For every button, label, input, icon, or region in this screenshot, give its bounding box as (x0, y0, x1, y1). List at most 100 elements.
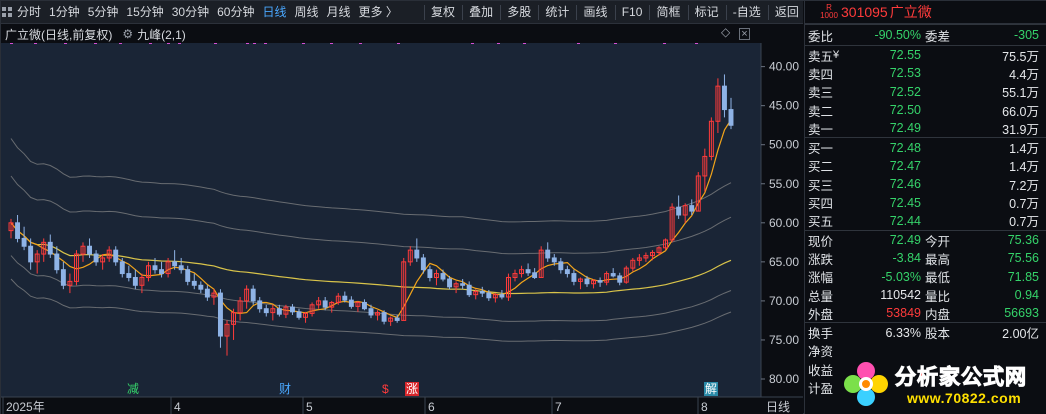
quote-label: 涨跌 (808, 252, 834, 267)
bid-row[interactable]: 买二 72.47 1.4万 (805, 157, 1046, 175)
candle-body (54, 253, 60, 271)
indicator-label[interactable]: 九峰(2,1) (137, 26, 186, 43)
quote-value: 53849 (886, 306, 921, 321)
bid-row[interactable]: 买五 72.44 0.7万 (805, 212, 1046, 230)
quote-summary: 现价 72.49 今开 75.36 涨跌 -3.84 最高 75.56 涨幅 -5.03% 最低 71… (805, 229, 1046, 322)
simple-frame-button[interactable]: 简框 (653, 1, 685, 24)
event-badge: 涨 (406, 381, 418, 396)
ask-price: 72.52 (889, 84, 921, 99)
quote-value: 56693 (1004, 306, 1039, 321)
y-tick-label: 65.00 (769, 255, 799, 269)
event-dot (253, 43, 256, 44)
event-dot (178, 43, 181, 44)
bid-book: 买一 72.48 1.4万 买二 72.47 1.4万 买三 72.46 7.2万 买四 72.45… (805, 137, 1046, 229)
bid-label: 买三 (808, 178, 834, 193)
period-tab-intraday[interactable]: 分时 (13, 1, 45, 24)
candle-body (689, 205, 695, 212)
remove-watchlist-button[interactable]: -自选 (729, 1, 765, 24)
period-tab-1min[interactable]: 1分钟 (45, 1, 84, 24)
period-tab-daily[interactable]: 日线 (258, 1, 290, 24)
fundamental-row: 换手 6.33% 股本 2.00亿 (805, 323, 1046, 342)
bid-price: 72.44 (889, 213, 921, 228)
candle-body (420, 257, 426, 271)
mark-button[interactable]: 标记 (691, 1, 723, 24)
candle-body (479, 291, 485, 294)
bid-volume: 1.4万 (1009, 160, 1039, 175)
y-tick-label: 60.00 (769, 216, 799, 230)
fundamental-label: 换手 (808, 327, 834, 342)
period-tab-weekly[interactable]: 周线 (290, 1, 322, 24)
event-dot (471, 43, 474, 44)
quote-value: 75.56 (1007, 251, 1039, 266)
stock-code: 301095 (841, 4, 888, 20)
multi-stock-button[interactable]: 多股 (503, 1, 535, 24)
period-tab-30min[interactable]: 30分钟 (168, 1, 213, 24)
quote-value: 75.36 (1007, 233, 1039, 248)
quote-value: -3.84 (892, 251, 922, 266)
rzrq-badge-icon: R 1000 (820, 3, 838, 20)
diamond-icon[interactable]: ◇ (721, 25, 730, 39)
bid-label: 买二 (808, 160, 834, 175)
candle-body (342, 295, 348, 301)
candle-body (532, 272, 538, 278)
overlay-button[interactable]: 叠加 (465, 1, 497, 24)
y-tick-label: 45.00 (769, 99, 799, 113)
candle-body (132, 276, 138, 286)
quote-value: 71.85 (1007, 269, 1039, 284)
period-more-menu[interactable]: 更多 〉 (355, 1, 402, 24)
ask-row[interactable]: 卖一 72.49 31.9万 (805, 119, 1046, 137)
candle-body (440, 273, 446, 280)
bid-row[interactable]: 买一 72.48 1.4万 (805, 138, 1046, 157)
candle-body (466, 284, 472, 296)
f10-button[interactable]: F10 (618, 1, 647, 24)
candle-body (159, 269, 165, 275)
quote-label: 涨幅 (808, 271, 834, 286)
back-button[interactable]: 返回 (771, 1, 803, 24)
quote-row: 涨幅 -5.03% 最低 71.85 (805, 268, 1046, 286)
event-dot (119, 43, 122, 44)
grid-menu-icon[interactable] (1, 1, 13, 24)
settings-gear-icon[interactable]: ⚙ (122, 27, 133, 41)
event-dot (397, 43, 400, 44)
committee-ratio-label: 委比 (808, 29, 834, 44)
watermark-url: www.70822.com (907, 390, 1022, 406)
x-axis-area (1, 397, 803, 414)
y-tick-label: 80.00 (769, 372, 799, 386)
y-tick-label: 75.00 (769, 333, 799, 347)
candle-body (250, 288, 256, 302)
ask-row[interactable]: 卖四 72.53 4.4万 (805, 64, 1046, 82)
ask-book: 卖五 ¥72.55 75.5万 卖四 72.53 4.4万 卖三 72.52 55.1万 卖二 72… (805, 45, 1046, 137)
event-dot (330, 43, 333, 44)
ask-volume: 4.4万 (1009, 67, 1039, 82)
quote-row: 现价 72.49 今开 75.36 (805, 231, 1046, 249)
adjust-button[interactable]: 复权 (427, 1, 459, 24)
period-tab-5min[interactable]: 5分钟 (84, 1, 123, 24)
candle-body (381, 312, 387, 322)
ask-row[interactable]: 卖二 72.50 66.0万 (805, 101, 1046, 119)
y-tick-label: 55.00 (769, 177, 799, 191)
fundamental-label: 收益 (808, 363, 834, 378)
currency-icon: ¥ (833, 49, 840, 62)
period-tab-monthly[interactable]: 月线 (323, 1, 355, 24)
ask-label: 卖四 (808, 67, 834, 82)
ask-volume: 55.1万 (1002, 86, 1039, 101)
bid-row[interactable]: 买三 72.46 7.2万 (805, 175, 1046, 193)
event-dot (497, 43, 500, 44)
ask-price: 72.49 (889, 121, 921, 136)
period-tab-60min[interactable]: 60分钟 (213, 1, 258, 24)
bid-row[interactable]: 买四 72.45 0.7万 (805, 193, 1046, 212)
period-tab-15min[interactable]: 15分钟 (122, 1, 167, 24)
close-icon[interactable]: × (739, 28, 750, 40)
fundamental-value: 2.00亿 (1002, 327, 1039, 342)
draw-line-button[interactable]: 画线 (580, 1, 612, 24)
candle-body (676, 206, 682, 216)
candle-body (191, 280, 197, 286)
candlestick-chart[interactable]: 80.00 75.00 70.00 65.00 60.00 55.00 50.00 45.00… (1, 43, 803, 414)
y-tick-label: 70.00 (769, 294, 799, 308)
ask-row[interactable]: 卖五 ¥72.55 75.5万 (805, 46, 1046, 64)
ask-label: 卖五 (808, 49, 834, 64)
ask-row[interactable]: 卖三 72.52 55.1万 (805, 83, 1046, 101)
ask-volume: 66.0万 (1002, 104, 1039, 119)
candle-body (597, 280, 603, 283)
statistics-button[interactable]: 统计 (541, 1, 573, 24)
